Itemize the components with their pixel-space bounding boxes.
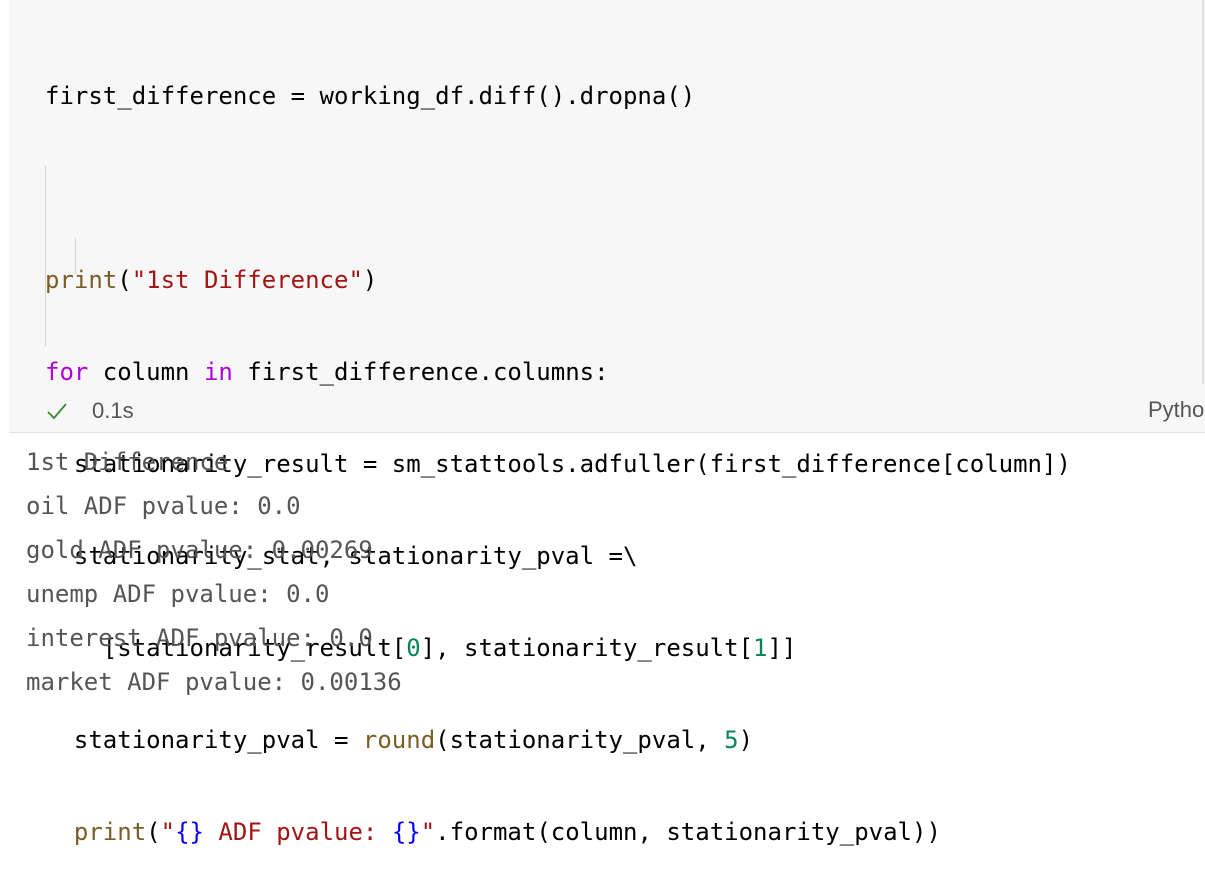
output-line: unemp ADF pvalue: 0.0 [26, 580, 330, 608]
check-icon [46, 400, 68, 422]
output-line: oil ADF pvalue: 0.0 [26, 492, 301, 520]
execution-status: 0.1s [46, 396, 134, 426]
code-line: first_difference = working_df.diff().dro… [45, 82, 696, 110]
output-line: interest ADF pvalue: 0.0 [26, 624, 373, 652]
code-line: print("{} ADF pvalue: {}".format(column,… [73, 818, 941, 846]
code-line: for column in first_difference.columns: [45, 358, 609, 386]
language-indicator[interactable]: Python [1148, 397, 1205, 423]
code-line: stationarity_pval = round(stationarity_p… [45, 726, 754, 754]
code-line: print("1st Difference") [45, 266, 378, 294]
output-line: gold ADF pvalue: 0.00269 [26, 536, 373, 564]
execution-duration: 0.1s [92, 398, 134, 423]
output-line: market ADF pvalue: 0.00136 [26, 668, 402, 696]
output-line: 1st Difference [26, 448, 229, 476]
cell-output: 1st Difference oil ADF pvalue: 0.0 gold … [26, 440, 402, 704]
cell-border [1202, 0, 1204, 384]
